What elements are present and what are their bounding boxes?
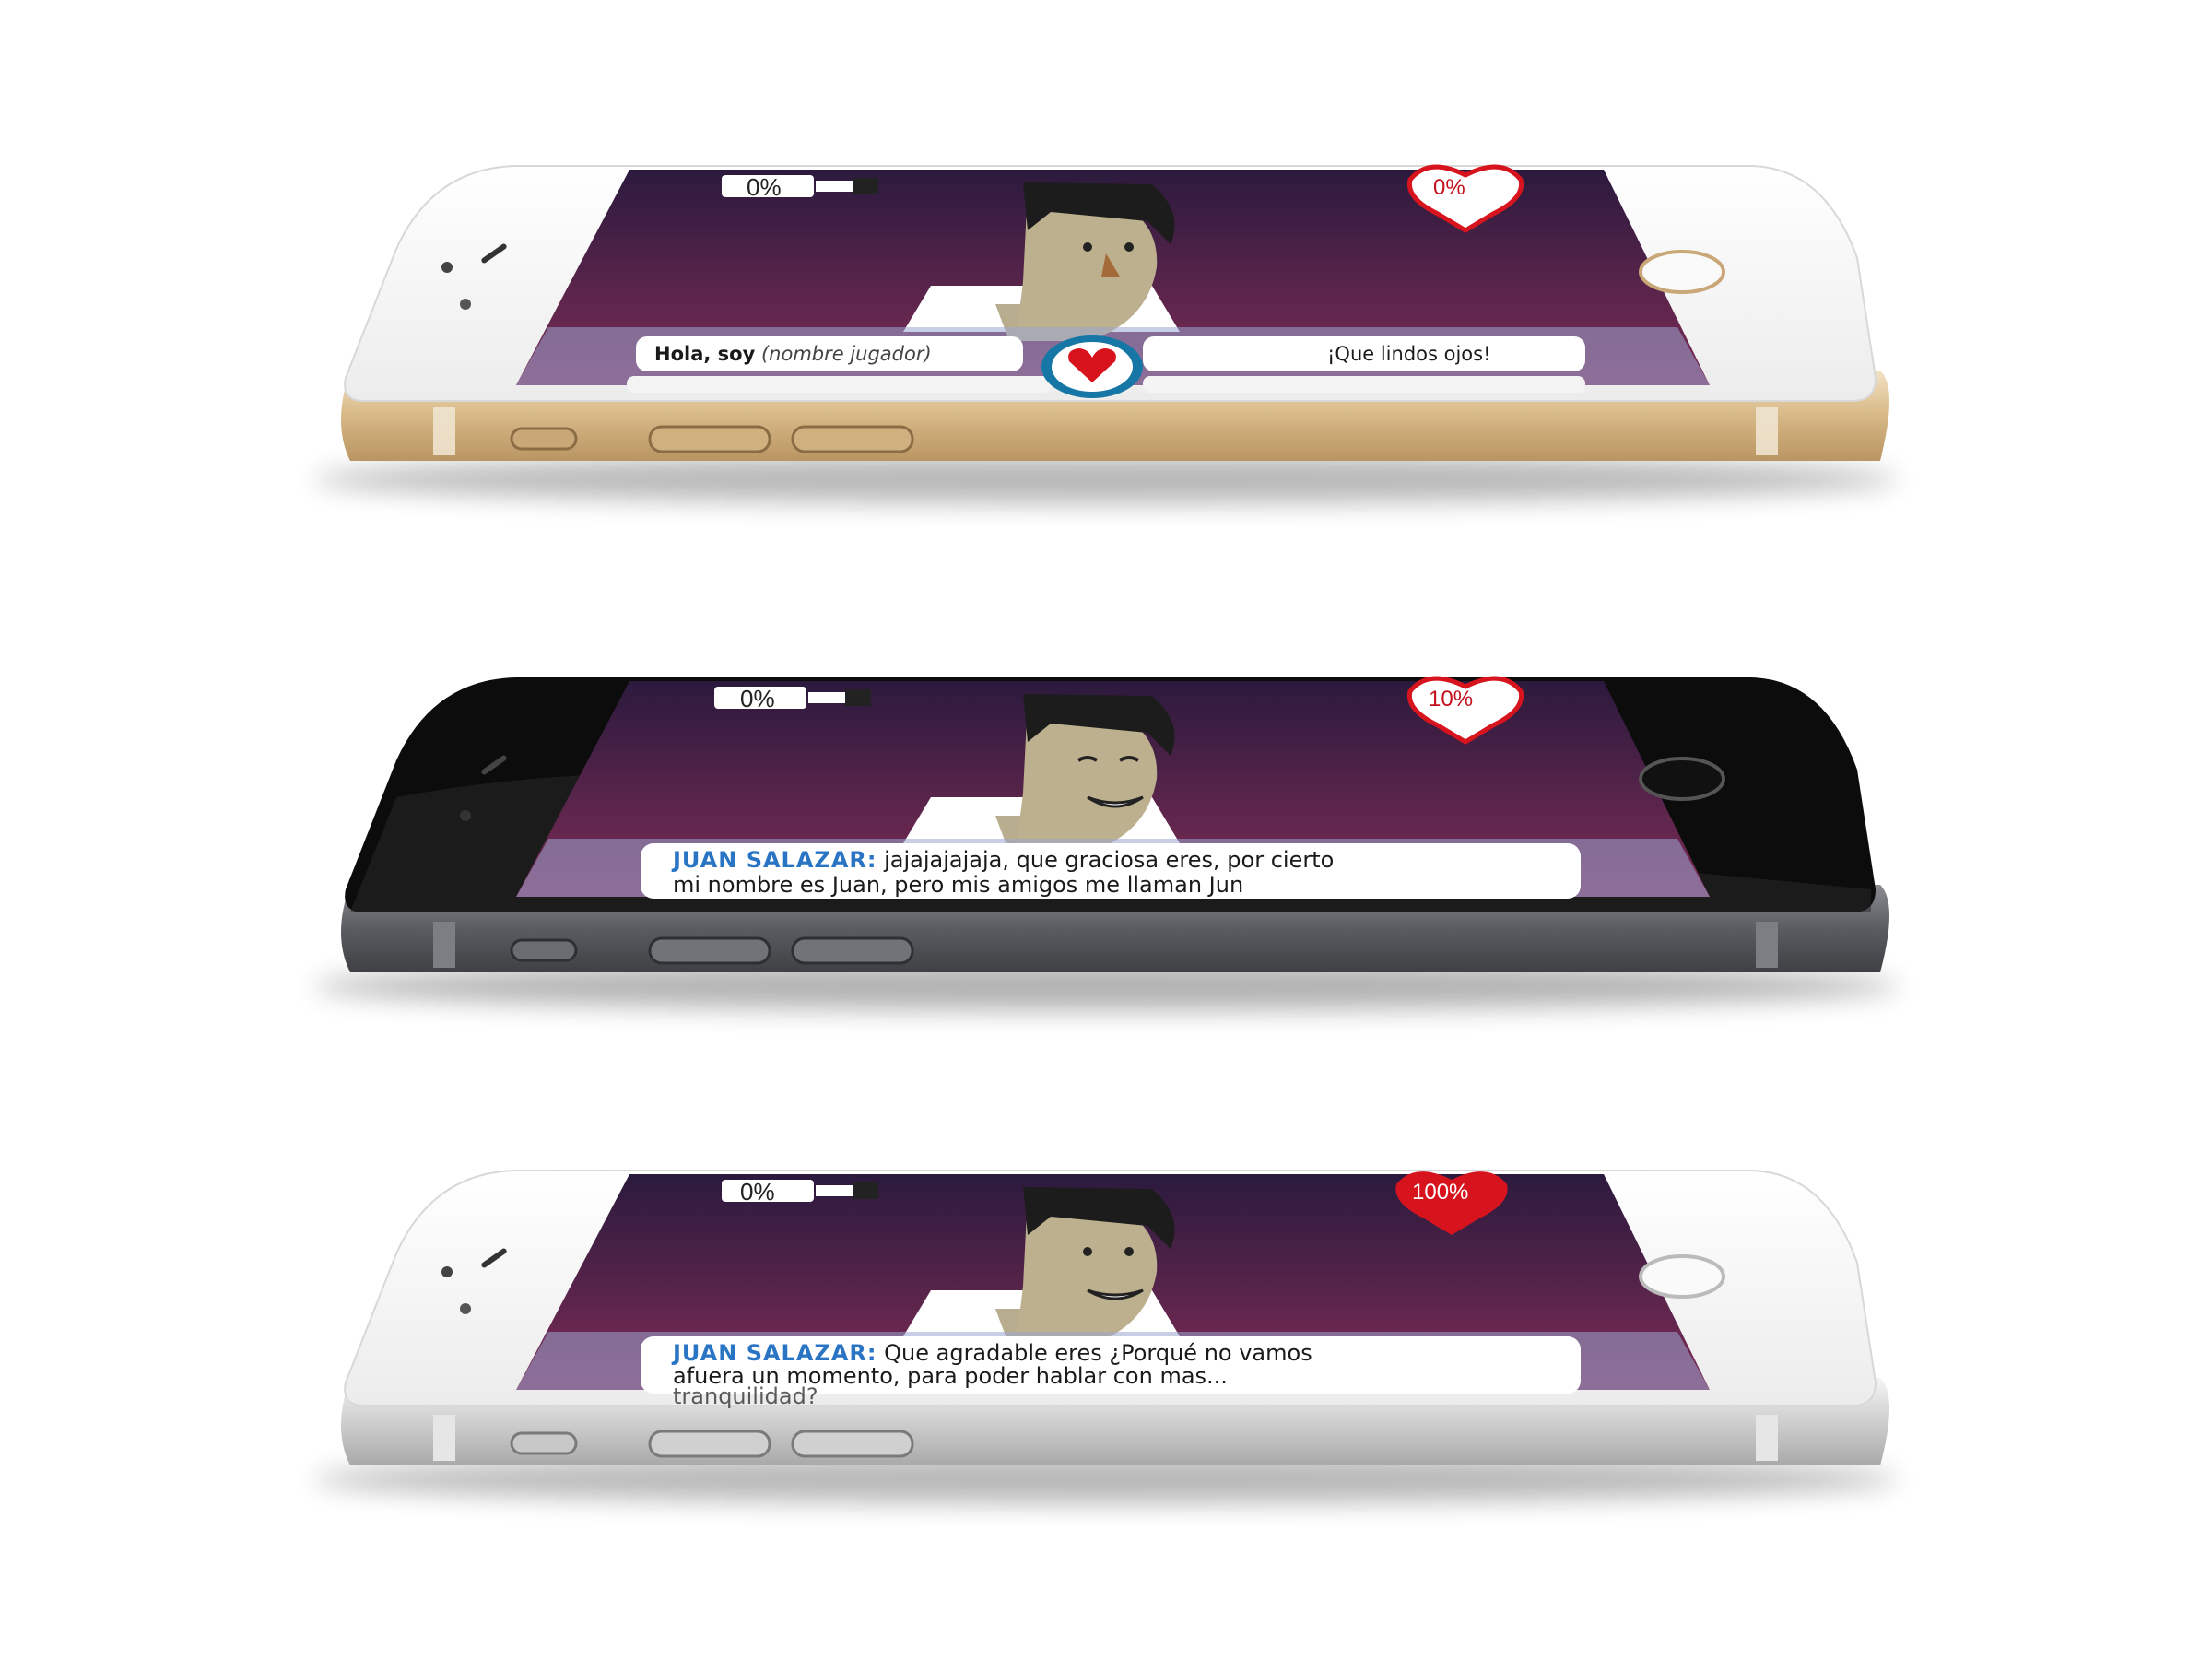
bottle-meter [722,175,878,197]
mockup-stage: 0% 0% Hola, soy (nombre jugador) ¡Que li… [0,0,2212,1659]
heart-meter-value: 10% [1429,687,1474,712]
dialogue-line-1: JUAN SALAZAR: jajajajajaja, que graciosa… [673,848,1334,872]
option-compliment[interactable]: ¡Que lindos ojos! [1327,343,1491,365]
option-introduce-placeholder: (nombre jugador) [760,343,932,365]
option-compliment-label: ¡Que lindos ojos! [1327,343,1491,365]
dialogue-text-1: Que agradable eres ¿Porqué no vamos [884,1340,1312,1366]
dialogue-text-3: tranquilidad? [673,1383,818,1409]
dialogue-line-1: JUAN SALAZAR: Que agradable eres ¿Porqué… [673,1341,1312,1365]
bottle-meter-value: 0% [740,1178,775,1206]
heart-meter-value: 0% [1433,175,1465,200]
phone-space-gray: 0% 10% JUAN SALAZAR: jajajajajaja, que g… [0,659,2212,1065]
dialogue-text-1: jajajajajaja, que graciosa eres, por cie… [884,847,1335,873]
bottle-meter-value: 0% [740,685,775,712]
phone-gold: 0% 0% Hola, soy (nombre jugador) ¡Que li… [0,147,2212,553]
bottle-meter [714,687,871,709]
phone-gold-body [313,164,1899,503]
speaker-name: JUAN SALAZAR: [673,1340,877,1366]
option-introduce-strong: Hola, soy [654,343,756,365]
dialogue-text-2: mi nombre es Juan, pero mis amigos me ll… [673,872,1244,898]
option-introduce[interactable]: Hola, soy (nombre jugador) [654,343,932,365]
phone-silver: 0% 100% JUAN SALAZAR: Que agradable eres… [0,1152,2212,1558]
bottle-meter-value: 0% [747,173,782,201]
speaker-name: JUAN SALAZAR: [673,847,877,873]
heart-meter-value: 100% [1412,1180,1469,1205]
heart-button[interactable] [1041,335,1143,398]
